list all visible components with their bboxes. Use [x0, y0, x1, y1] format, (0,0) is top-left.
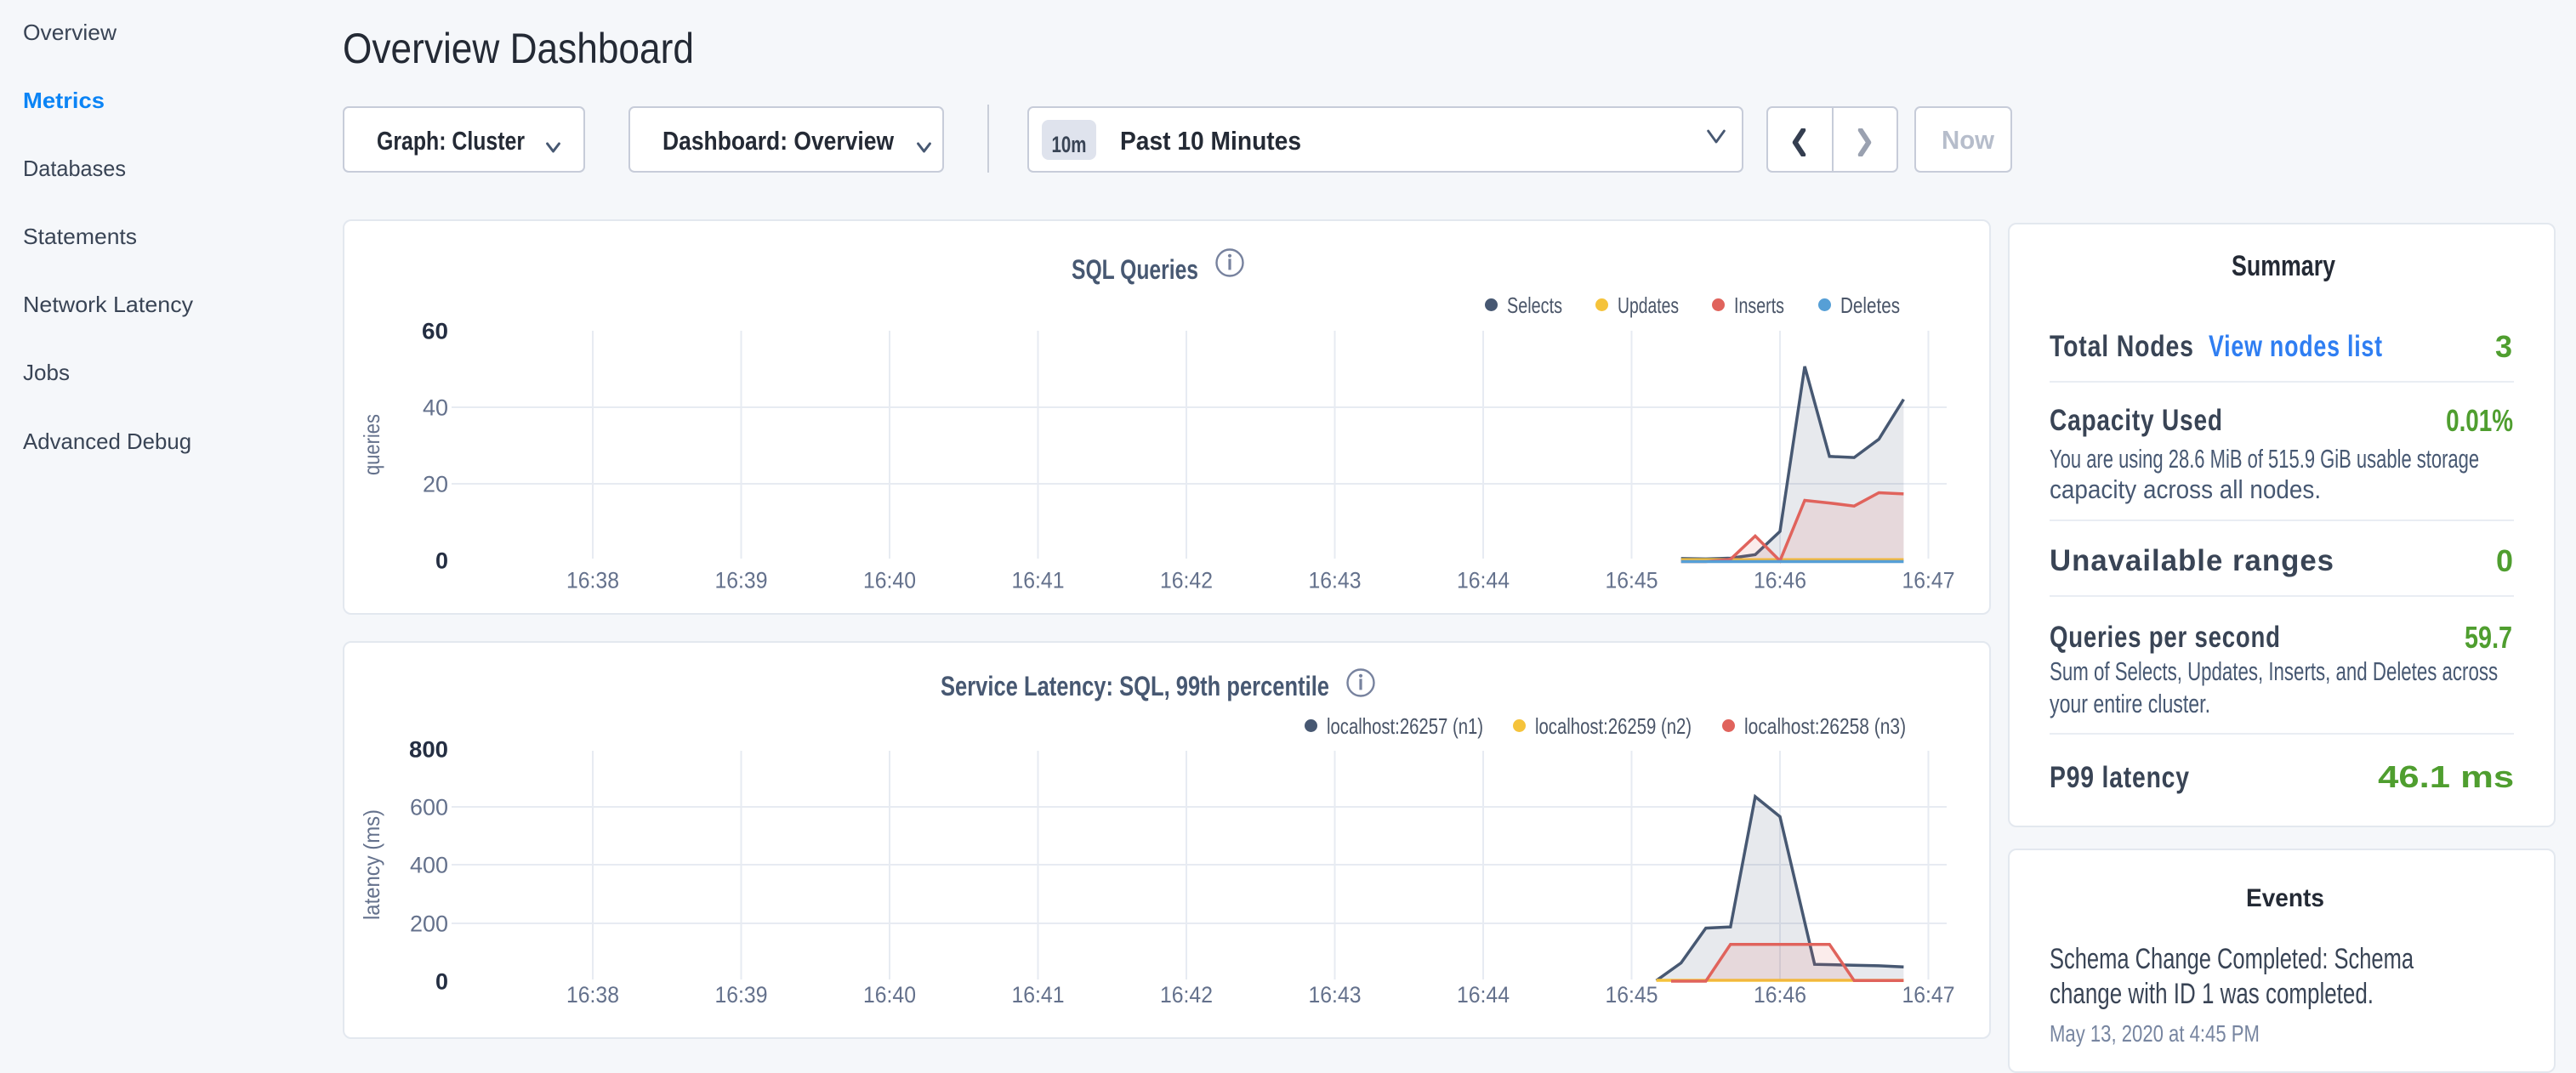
svg-text:16:38: 16:38: [566, 568, 619, 593]
svg-text:16:47: 16:47: [1902, 568, 1955, 593]
svg-text:queries: queries: [359, 414, 384, 475]
svg-text:400: 400: [410, 853, 448, 878]
svg-text:60: 60: [422, 319, 448, 344]
svg-text:16:41: 16:41: [1012, 568, 1065, 593]
svg-text:16:44: 16:44: [1457, 982, 1510, 1008]
svg-text:16:46: 16:46: [1754, 568, 1806, 593]
svg-text:16:43: 16:43: [1309, 982, 1362, 1008]
svg-text:0: 0: [435, 548, 448, 574]
svg-text:20: 20: [423, 472, 448, 497]
svg-text:16:39: 16:39: [715, 568, 768, 593]
svg-text:16:40: 16:40: [863, 568, 916, 593]
svg-text:800: 800: [409, 737, 448, 763]
svg-text:600: 600: [410, 795, 448, 820]
svg-text:16:41: 16:41: [1012, 982, 1065, 1008]
svg-text:16:45: 16:45: [1606, 982, 1658, 1008]
svg-text:16:47: 16:47: [1902, 982, 1955, 1008]
svg-text:16:42: 16:42: [1160, 982, 1213, 1008]
svg-text:16:40: 16:40: [863, 982, 916, 1008]
svg-text:16:46: 16:46: [1754, 982, 1806, 1008]
svg-text:16:42: 16:42: [1160, 568, 1213, 593]
svg-text:0: 0: [435, 969, 448, 995]
svg-text:40: 40: [423, 395, 448, 421]
svg-text:16:44: 16:44: [1457, 568, 1510, 593]
svg-text:latency (ms): latency (ms): [359, 809, 384, 920]
svg-text:16:39: 16:39: [715, 982, 768, 1008]
svg-text:200: 200: [410, 911, 448, 937]
svg-text:16:43: 16:43: [1309, 568, 1362, 593]
svg-text:16:45: 16:45: [1606, 568, 1658, 593]
svg-text:16:38: 16:38: [566, 982, 619, 1008]
